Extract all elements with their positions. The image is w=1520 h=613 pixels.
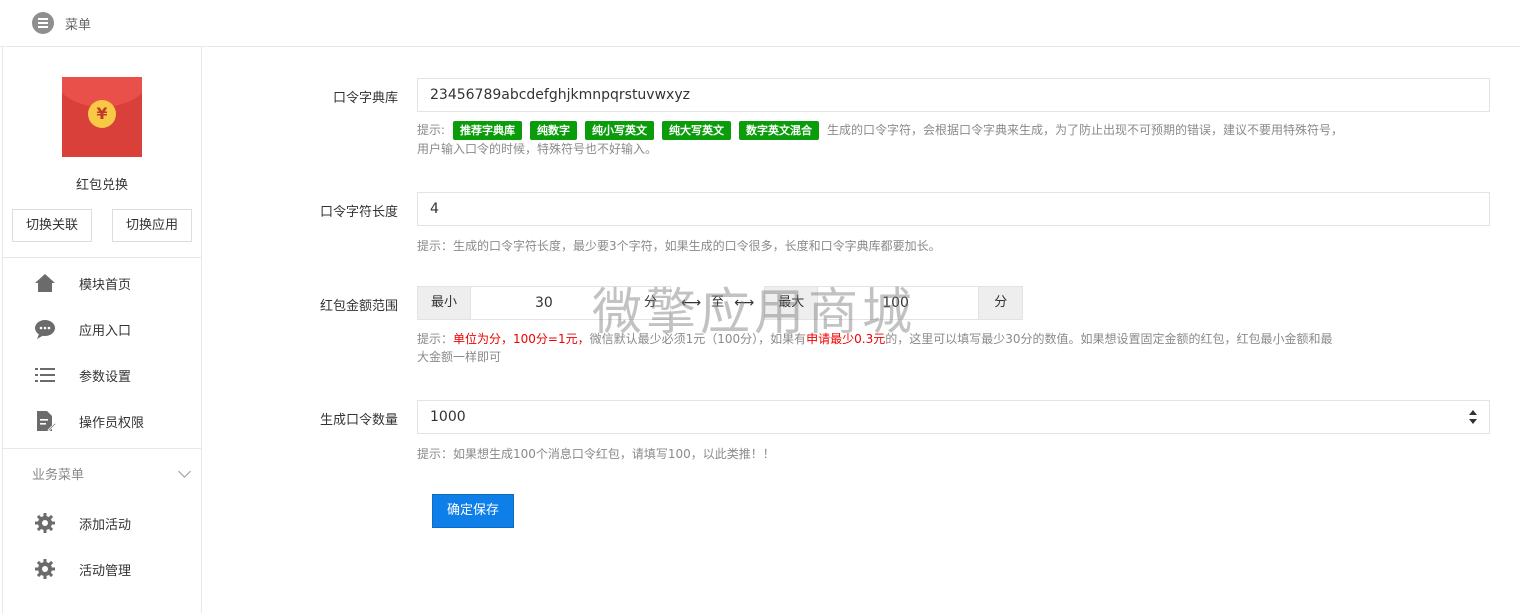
red-packet-logo: ¥ [62,77,142,157]
app-card: ¥ 红包兑换 切换关联 切换应用 [3,47,201,242]
gear-icon [35,513,55,533]
length-input[interactable]: 4 [417,192,1490,226]
max-addon: 最大 [764,286,819,320]
double-arrow-icon: ⟷ [734,295,755,311]
top-bar: 菜单 [0,0,1520,47]
count-label: 生成口令数量 [319,413,398,428]
tag-lowercase-only[interactable]: 纯小写英文 [585,121,655,140]
business-menu-title: 业务菜单 [32,468,85,483]
range-to-label: 至 [711,295,725,310]
amount-hint-part: 提示： [417,332,454,346]
business-menu-header[interactable]: 业务菜单 [3,448,201,498]
tag-digits-only[interactable]: 纯数字 [530,121,578,140]
chevron-down-icon [178,464,191,478]
dict-hint-text: 生成的口令字符，会根据口令字典来生成，为了防止出现不可预期的错误，建议不要用特殊… [827,123,1344,137]
amount-hint: 提示：单位为分，100分=1元，微信默认最少必须1元（100分），如果有申请最少… [417,330,1490,366]
amount-hint-part: 的，这里可以填写最少30分的数值。如果想设置固定金额的红包，红包最小金额和最 [885,332,1333,346]
dict-hint: 提示: 推荐字典库 纯数字 纯小写英文 纯大写英文 数字英文混合 生成的口令字符，会根据口令… [417,121,1490,158]
amount-hint-emphasis: 单位为分，100分=1元， [453,332,590,346]
amount-range-group: 最小 30 分 ⟷ 至 ⟷ 最大 100 分 [417,286,1024,320]
nav-item-permissions[interactable]: 操作员权限 [3,398,201,444]
list-icon [35,368,55,382]
min-unit-addon: 分 [631,286,672,320]
dict-hint-text-2: 用户输入口令的时候，特殊符号也不好输入。 [417,142,658,156]
amount-hint-part: 大金额一样即可 [417,350,502,364]
switch-app-button[interactable]: 切换应用 [112,209,192,242]
sidebar: ¥ 红包兑换 切换关联 切换应用 模块首页 应用入口 参数设置 操作员权限 业务… [2,47,202,613]
nav-item-activity-management[interactable]: 活动管理 [3,546,201,592]
save-button[interactable]: 确定保存 [432,494,514,528]
amount-hint-part: 微信默认最少必须1元（100分），如果有 [589,332,807,346]
length-label: 口令字符长度 [319,205,398,220]
max-unit-addon: 分 [978,286,1024,320]
dict-input[interactable]: 23456789abcdefghjkmnpqrstuvwxyz [417,78,1490,112]
nav-label: 参数设置 [79,369,132,385]
nav-item-add-activity[interactable]: 添加活动 [3,500,201,546]
number-spinner-icon[interactable] [1469,410,1477,424]
double-arrow-icon: ⟷ [681,295,702,311]
count-input[interactable]: 1000 [417,400,1490,434]
count-hint: 提示：如果想生成100个消息口令红包，请填写100，以此类推！！ [417,447,775,461]
nav-item-home[interactable]: 模块首页 [3,260,201,306]
app-name: 红包兑换 [75,178,128,193]
tag-alnum-mixed[interactable]: 数字英文混合 [739,121,820,140]
max-amount-input[interactable]: 100 [818,286,979,320]
home-icon [35,274,55,292]
length-hint: 提示：生成的口令字符长度，最少要3个字符，如果生成的口令很多，长度和口令字典库都… [417,239,941,253]
chat-icon [35,320,55,339]
nav-label: 模块首页 [79,277,132,293]
coin-icon: ¥ [88,100,116,128]
hint-prefix: 提示: [417,123,446,137]
menu-icon[interactable] [32,12,54,34]
nav-label: 应用入口 [79,323,132,339]
nav-label: 操作员权限 [79,415,145,431]
nav-item-settings[interactable]: 参数设置 [3,352,201,398]
count-value: 1000 [430,409,466,425]
amount-label: 红包金额范围 [319,299,398,314]
min-amount-input[interactable]: 30 [471,286,632,320]
range-separator: ⟷ 至 ⟷ [671,286,764,320]
amount-hint-emphasis: 申请最少0.3元 [806,332,886,346]
nav-label: 添加活动 [79,517,132,533]
tag-recommended-dict[interactable]: 推荐字典库 [453,121,523,140]
menu-label[interactable]: 菜单 [65,14,91,33]
tag-uppercase-only[interactable]: 纯大写英文 [662,121,732,140]
gear-icon [35,559,55,579]
nav-item-entry[interactable]: 应用入口 [3,306,201,352]
min-addon: 最小 [417,286,472,320]
dict-label: 口令字典库 [332,91,398,106]
nav-label: 活动管理 [79,563,132,579]
edit-doc-icon [37,411,56,432]
switch-relation-button[interactable]: 切换关联 [12,209,92,242]
